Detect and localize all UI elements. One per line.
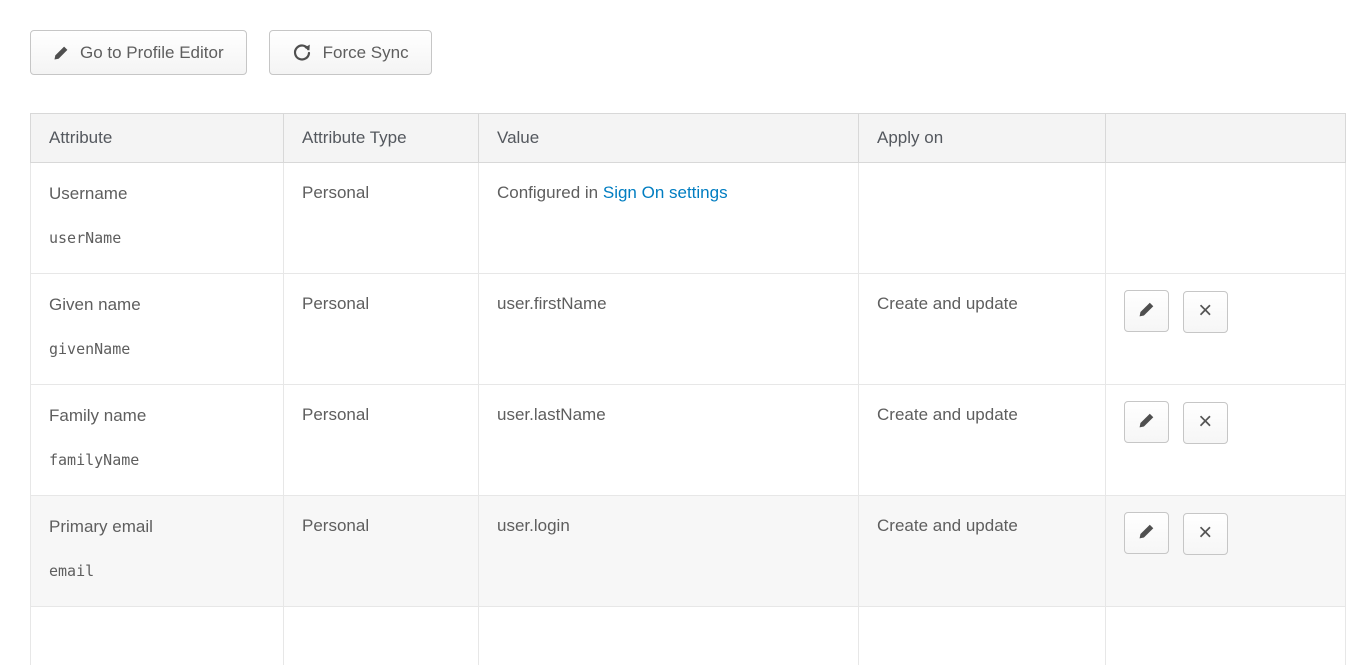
attribute-type-cell: Personal xyxy=(284,274,479,385)
pencil-icon xyxy=(1138,522,1155,544)
sign-on-settings-link[interactable]: Sign On settings xyxy=(603,183,728,202)
close-icon: × xyxy=(1198,521,1212,545)
attribute-type-cell: Personal xyxy=(284,163,479,274)
attribute-variable-name: email xyxy=(49,562,265,580)
remove-attribute-button[interactable]: × xyxy=(1183,291,1228,333)
close-icon: × xyxy=(1198,299,1212,323)
attribute-label: Family name xyxy=(49,405,265,427)
apply-on-cell: Create and update xyxy=(859,385,1106,496)
table-row: Given name givenName Personal user.first… xyxy=(31,274,1346,385)
go-to-profile-editor-button[interactable]: Go to Profile Editor xyxy=(30,30,247,75)
table-row: Username userName Personal Configured in… xyxy=(31,163,1346,274)
attribute-mappings-table: Attribute Attribute Type Value Apply on … xyxy=(30,113,1346,665)
apply-on-cell: Create and update xyxy=(859,496,1106,607)
pencil-icon xyxy=(53,45,69,61)
column-header-actions xyxy=(1106,114,1346,163)
attribute-label: Primary email xyxy=(49,516,265,538)
value-text: Configured in xyxy=(497,183,598,202)
attribute-cell: Given name givenName xyxy=(31,274,284,385)
force-sync-button[interactable]: Force Sync xyxy=(269,30,432,75)
remove-attribute-button[interactable]: × xyxy=(1183,402,1228,444)
value-text: user.login xyxy=(497,516,570,535)
close-icon: × xyxy=(1198,410,1212,434)
remove-attribute-button[interactable]: × xyxy=(1183,513,1228,555)
attribute-label: Given name xyxy=(49,294,265,316)
force-sync-label: Force Sync xyxy=(323,43,409,63)
pencil-icon xyxy=(1138,300,1155,322)
value-cell: Configured in Sign On settings xyxy=(479,163,859,274)
provisioning-attributes-page: Go to Profile Editor Force Sync Attribut… xyxy=(0,0,1370,665)
column-header-value: Value xyxy=(479,114,859,163)
column-header-attribute: Attribute xyxy=(31,114,284,163)
empty-cell xyxy=(31,607,284,665)
value-cell: user.login xyxy=(479,496,859,607)
attribute-type-cell: Personal xyxy=(284,496,479,607)
empty-cell xyxy=(859,607,1106,665)
column-header-attribute-type: Attribute Type xyxy=(284,114,479,163)
edit-attribute-button[interactable] xyxy=(1124,401,1169,443)
attribute-cell: Family name familyName xyxy=(31,385,284,496)
go-to-profile-editor-label: Go to Profile Editor xyxy=(80,43,224,63)
edit-attribute-button[interactable] xyxy=(1124,512,1169,554)
table-row: Primary email email Personal user.login … xyxy=(31,496,1346,607)
value-cell: user.lastName xyxy=(479,385,859,496)
value-cell: user.firstName xyxy=(479,274,859,385)
edit-attribute-button[interactable] xyxy=(1124,290,1169,332)
attribute-variable-name: familyName xyxy=(49,451,265,469)
row-actions-cell: × xyxy=(1106,385,1346,496)
value-text: user.lastName xyxy=(497,405,606,424)
row-actions-cell xyxy=(1106,163,1346,274)
attribute-cell: Username userName xyxy=(31,163,284,274)
column-header-apply-on: Apply on xyxy=(859,114,1106,163)
attribute-label: Username xyxy=(49,183,265,205)
empty-cell xyxy=(284,607,479,665)
attribute-type-cell: Personal xyxy=(284,385,479,496)
value-text: user.firstName xyxy=(497,294,607,313)
attribute-variable-name: givenName xyxy=(49,340,265,358)
apply-on-cell xyxy=(859,163,1106,274)
toolbar: Go to Profile Editor Force Sync xyxy=(30,30,1345,75)
pencil-icon xyxy=(1138,411,1155,433)
table-row-partial xyxy=(31,607,1346,665)
empty-cell xyxy=(479,607,859,665)
row-actions-cell: × xyxy=(1106,274,1346,385)
apply-on-cell: Create and update xyxy=(859,274,1106,385)
attribute-cell: Primary email email xyxy=(31,496,284,607)
attribute-variable-name: userName xyxy=(49,229,265,247)
refresh-icon xyxy=(292,43,312,63)
empty-cell xyxy=(1106,607,1346,665)
row-actions-cell: × xyxy=(1106,496,1346,607)
table-header-row: Attribute Attribute Type Value Apply on xyxy=(31,114,1346,163)
table-row: Family name familyName Personal user.las… xyxy=(31,385,1346,496)
